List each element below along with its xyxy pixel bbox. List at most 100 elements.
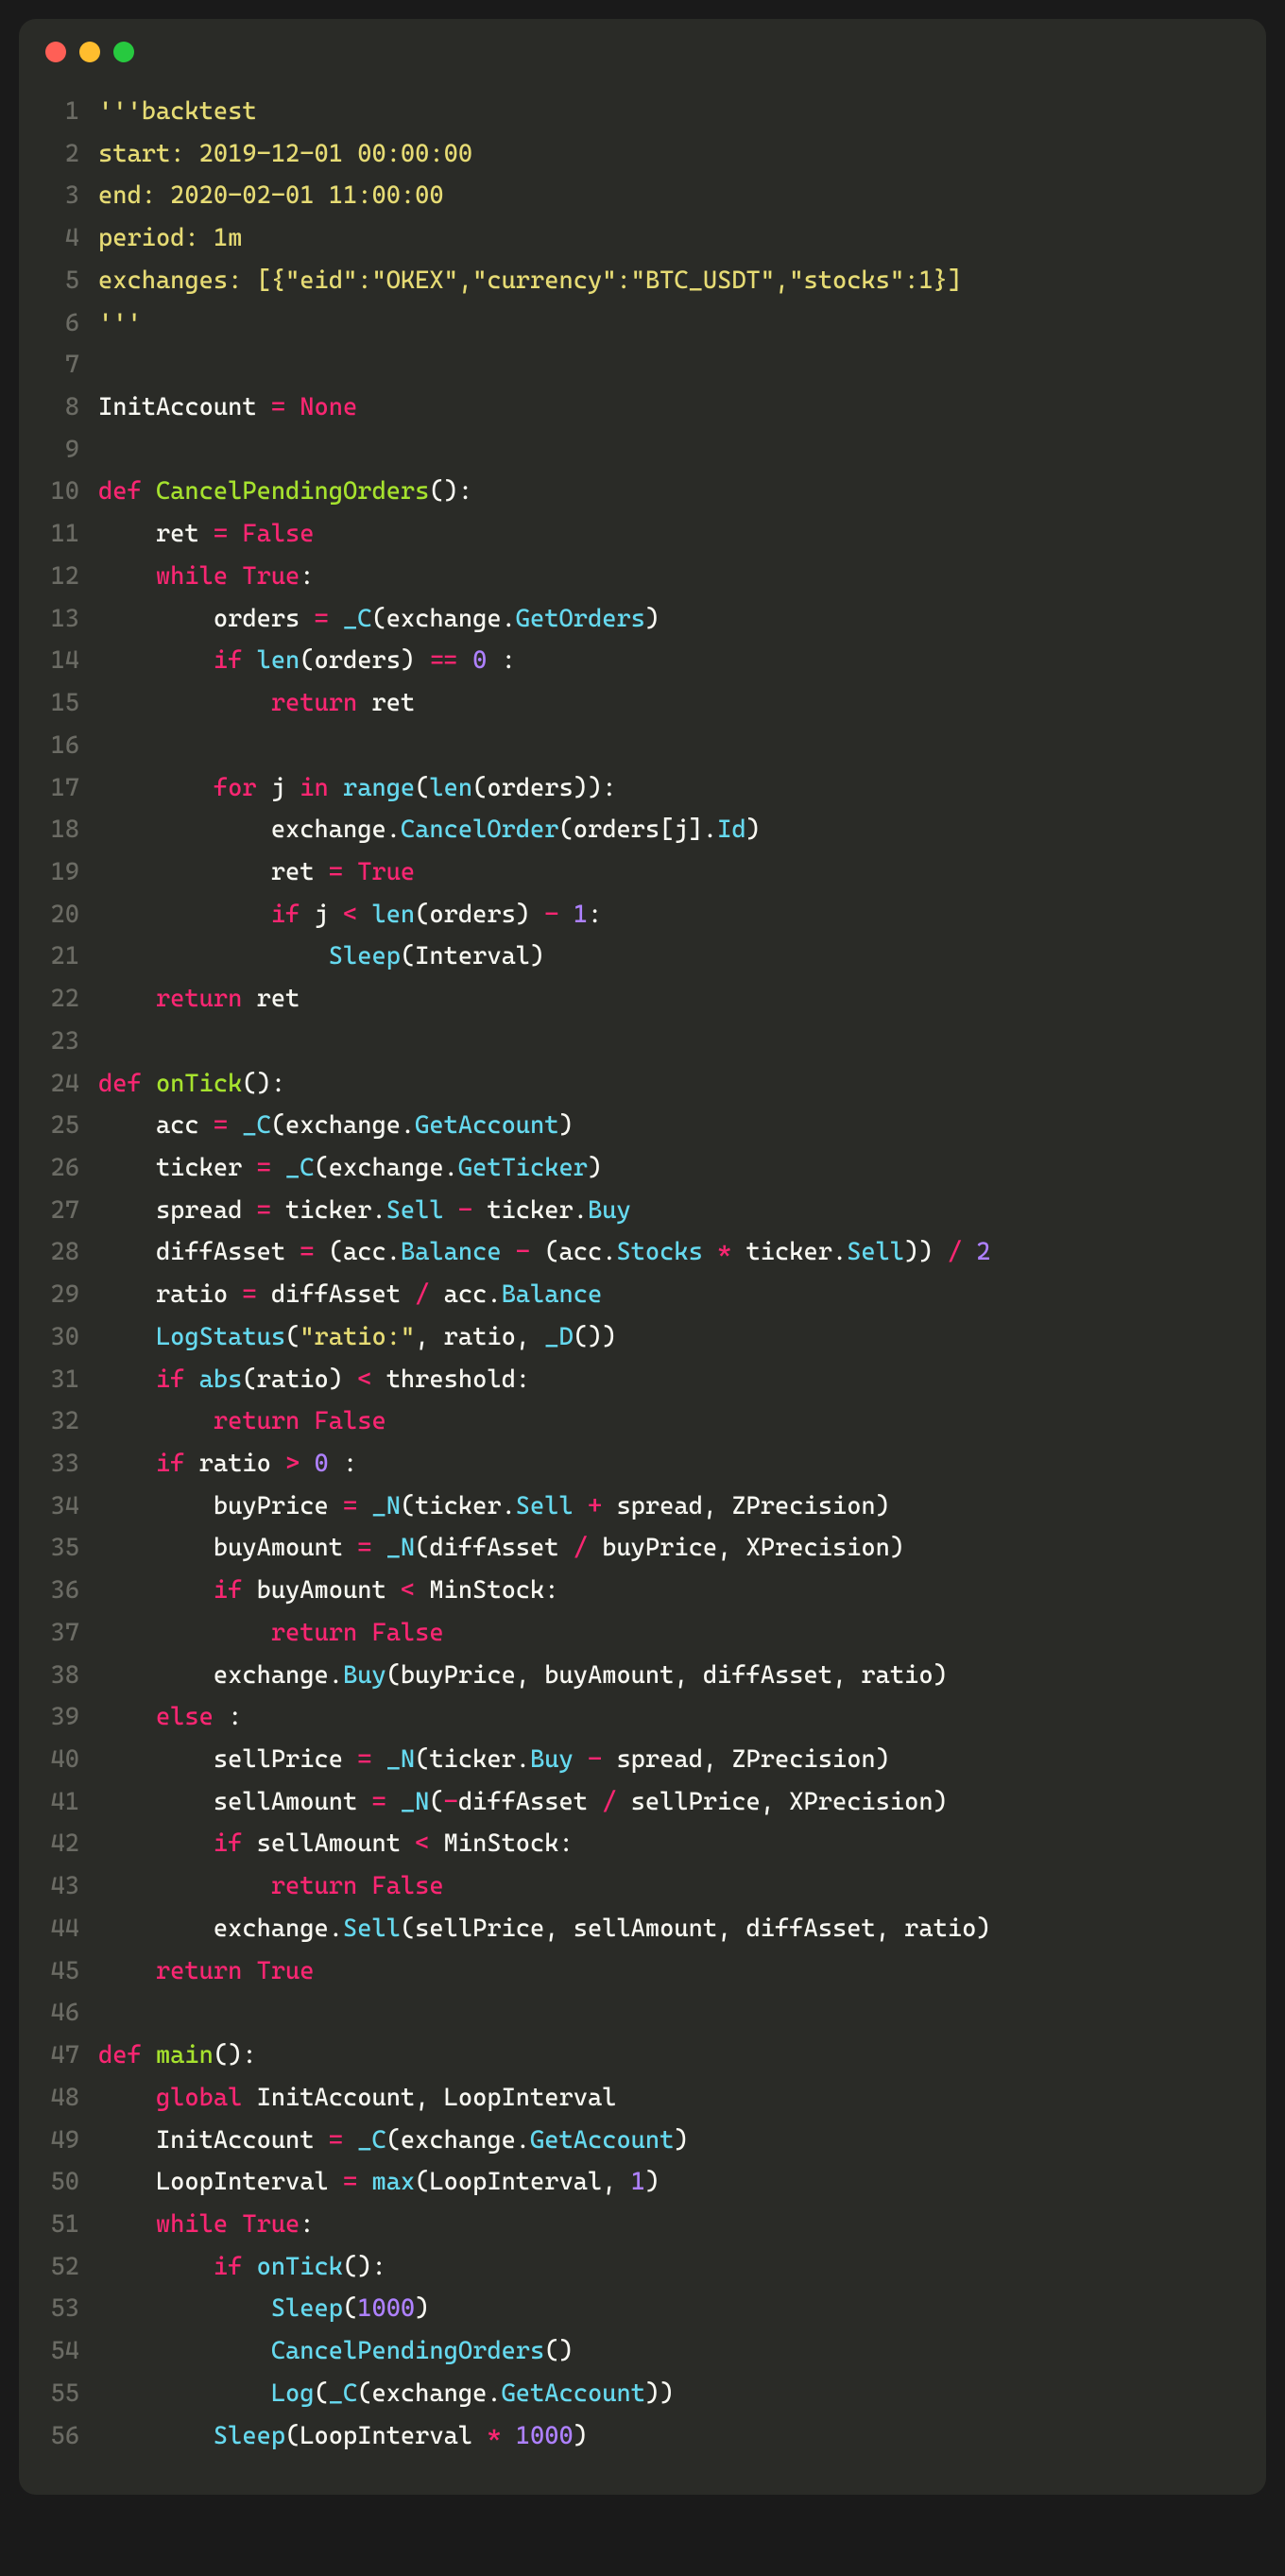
code-line[interactable]: 47def main(): — [19, 2035, 1238, 2077]
code-line[interactable]: 26 ticker = _C(exchange.GetTicker) — [19, 1147, 1238, 1190]
code-line[interactable]: 20 if j < len(orders) - 1: — [19, 894, 1238, 936]
code-line[interactable]: 31 if abs(ratio) < threshold: — [19, 1359, 1238, 1401]
line-content[interactable] — [98, 725, 1238, 767]
line-content[interactable]: return False — [98, 1865, 1238, 1908]
line-content[interactable]: orders = _C(exchange.GetOrders) — [98, 598, 1238, 641]
code-line[interactable]: 41 sellAmount = _N(-diffAsset / sellPric… — [19, 1781, 1238, 1824]
line-content[interactable]: sellAmount = _N(-diffAsset / sellPrice, … — [98, 1781, 1238, 1824]
line-content[interactable]: end: 2020-02-01 11:00:00 — [98, 175, 1238, 217]
code-line[interactable]: 3end: 2020-02-01 11:00:00 — [19, 175, 1238, 217]
line-content[interactable]: Sleep(1000) — [98, 2288, 1238, 2330]
code-line[interactable]: 17 for j in range(len(orders)): — [19, 767, 1238, 810]
line-content[interactable]: Sleep(LoopInterval * 1000) — [98, 2415, 1238, 2458]
code-line[interactable]: 21 Sleep(Interval) — [19, 936, 1238, 978]
code-line[interactable]: 12 while True: — [19, 556, 1238, 598]
line-content[interactable]: InitAccount = None — [98, 386, 1238, 429]
code-line[interactable]: 48 global InitAccount, LoopInterval — [19, 2077, 1238, 2120]
line-content[interactable]: ''' — [98, 302, 1238, 345]
code-line[interactable]: 5exchanges: [{"eid":"OKEX","currency":"B… — [19, 260, 1238, 302]
code-line[interactable]: 32 return False — [19, 1400, 1238, 1443]
line-content[interactable]: diffAsset = (acc.Balance - (acc.Stocks *… — [98, 1231, 1238, 1274]
code-line[interactable]: 27 spread = ticker.Sell - ticker.Buy — [19, 1190, 1238, 1232]
zoom-icon[interactable] — [113, 42, 134, 62]
line-content[interactable]: '''backtest — [98, 91, 1238, 133]
line-content[interactable]: exchange.Sell(sellPrice, sellAmount, dif… — [98, 1908, 1238, 1950]
code-line[interactable]: 18 exchange.CancelOrder(orders[j].Id) — [19, 809, 1238, 851]
line-content[interactable]: period: 1m — [98, 217, 1238, 260]
line-content[interactable]: for j in range(len(orders)): — [98, 767, 1238, 810]
line-content[interactable]: return ret — [98, 978, 1238, 1021]
line-content[interactable]: sellPrice = _N(ticker.Buy - spread, ZPre… — [98, 1739, 1238, 1781]
line-content[interactable]: CancelPendingOrders() — [98, 2330, 1238, 2373]
code-line[interactable]: 54 CancelPendingOrders() — [19, 2330, 1238, 2373]
line-content[interactable]: def CancelPendingOrders(): — [98, 471, 1238, 513]
line-content[interactable]: start: 2019-12-01 00:00:00 — [98, 133, 1238, 176]
code-line[interactable]: 53 Sleep(1000) — [19, 2288, 1238, 2330]
line-content[interactable]: def main(): — [98, 2035, 1238, 2077]
code-line[interactable]: 11 ret = False — [19, 513, 1238, 556]
code-line[interactable]: 45 return True — [19, 1950, 1238, 1993]
line-content[interactable]: buyPrice = _N(ticker.Sell + spread, ZPre… — [98, 1485, 1238, 1528]
line-content[interactable]: acc = _C(exchange.GetAccount) — [98, 1105, 1238, 1147]
code-line[interactable]: 2start: 2019-12-01 00:00:00 — [19, 133, 1238, 176]
code-line[interactable]: 23 — [19, 1021, 1238, 1063]
code-line[interactable]: 8InitAccount = None — [19, 386, 1238, 429]
code-line[interactable]: 37 return False — [19, 1612, 1238, 1655]
line-content[interactable]: Sleep(Interval) — [98, 936, 1238, 978]
code-line[interactable]: 7 — [19, 344, 1238, 386]
line-content[interactable]: if abs(ratio) < threshold: — [98, 1359, 1238, 1401]
code-line[interactable]: 55 Log(_C(exchange.GetAccount)) — [19, 2373, 1238, 2415]
line-content[interactable]: ret = False — [98, 513, 1238, 556]
code-line[interactable]: 14 if len(orders) == 0 : — [19, 640, 1238, 682]
code-line[interactable]: 43 return False — [19, 1865, 1238, 1908]
line-content[interactable]: if buyAmount < MinStock: — [98, 1570, 1238, 1612]
line-content[interactable]: ratio = diffAsset / acc.Balance — [98, 1274, 1238, 1316]
code-line[interactable]: 28 diffAsset = (acc.Balance - (acc.Stock… — [19, 1231, 1238, 1274]
line-content[interactable] — [98, 1021, 1238, 1063]
code-line[interactable]: 29 ratio = diffAsset / acc.Balance — [19, 1274, 1238, 1316]
line-content[interactable]: ret = True — [98, 851, 1238, 894]
code-line[interactable]: 22 return ret — [19, 978, 1238, 1021]
code-line[interactable]: 13 orders = _C(exchange.GetOrders) — [19, 598, 1238, 641]
code-line[interactable]: 15 return ret — [19, 682, 1238, 725]
line-content[interactable]: return ret — [98, 682, 1238, 725]
line-content[interactable] — [98, 1992, 1238, 2035]
line-content[interactable]: else : — [98, 1696, 1238, 1739]
line-content[interactable]: while True: — [98, 556, 1238, 598]
close-icon[interactable] — [45, 42, 66, 62]
code-line[interactable]: 52 if onTick(): — [19, 2246, 1238, 2289]
line-content[interactable]: ticker = _C(exchange.GetTicker) — [98, 1147, 1238, 1190]
code-line[interactable]: 46 — [19, 1992, 1238, 2035]
line-content[interactable]: spread = ticker.Sell - ticker.Buy — [98, 1190, 1238, 1232]
line-content[interactable]: if j < len(orders) - 1: — [98, 894, 1238, 936]
code-line[interactable]: 39 else : — [19, 1696, 1238, 1739]
code-line[interactable]: 50 LoopInterval = max(LoopInterval, 1) — [19, 2161, 1238, 2204]
code-line[interactable]: 36 if buyAmount < MinStock: — [19, 1570, 1238, 1612]
code-line[interactable]: 24def onTick(): — [19, 1063, 1238, 1106]
line-content[interactable]: if sellAmount < MinStock: — [98, 1823, 1238, 1865]
line-content[interactable]: if len(orders) == 0 : — [98, 640, 1238, 682]
code-line[interactable]: 40 sellPrice = _N(ticker.Buy - spread, Z… — [19, 1739, 1238, 1781]
code-line[interactable]: 4period: 1m — [19, 217, 1238, 260]
code-line[interactable]: 34 buyPrice = _N(ticker.Sell + spread, Z… — [19, 1485, 1238, 1528]
code-line[interactable]: 44 exchange.Sell(sellPrice, sellAmount, … — [19, 1908, 1238, 1950]
code-editor[interactable]: 1'''backtest2start: 2019-12-01 00:00:003… — [19, 72, 1266, 2457]
code-line[interactable]: 1'''backtest — [19, 91, 1238, 133]
code-line[interactable]: 16 — [19, 725, 1238, 767]
line-content[interactable]: def onTick(): — [98, 1063, 1238, 1106]
code-line[interactable]: 42 if sellAmount < MinStock: — [19, 1823, 1238, 1865]
line-content[interactable]: exchange.Buy(buyPrice, buyAmount, diffAs… — [98, 1655, 1238, 1697]
line-content[interactable]: if onTick(): — [98, 2246, 1238, 2289]
code-line[interactable]: 6''' — [19, 302, 1238, 345]
code-line[interactable]: 38 exchange.Buy(buyPrice, buyAmount, dif… — [19, 1655, 1238, 1697]
line-content[interactable] — [98, 344, 1238, 386]
code-line[interactable]: 19 ret = True — [19, 851, 1238, 894]
line-content[interactable]: buyAmount = _N(diffAsset / buyPrice, XPr… — [98, 1527, 1238, 1570]
code-line[interactable]: 30 LogStatus("ratio:", ratio, _D()) — [19, 1316, 1238, 1359]
code-line[interactable]: 49 InitAccount = _C(exchange.GetAccount) — [19, 2120, 1238, 2162]
line-content[interactable]: return False — [98, 1400, 1238, 1443]
line-content[interactable]: LogStatus("ratio:", ratio, _D()) — [98, 1316, 1238, 1359]
minimize-icon[interactable] — [79, 42, 100, 62]
code-line[interactable]: 35 buyAmount = _N(diffAsset / buyPrice, … — [19, 1527, 1238, 1570]
line-content[interactable]: global InitAccount, LoopInterval — [98, 2077, 1238, 2120]
